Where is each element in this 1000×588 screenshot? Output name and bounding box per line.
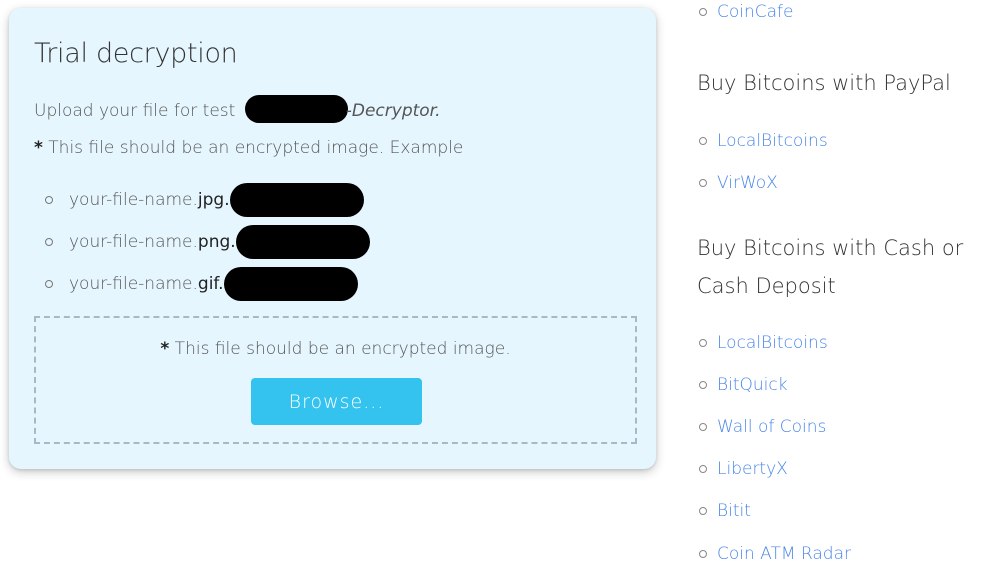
link-wall-of-coins[interactable]: Wall of Coins — [717, 417, 826, 437]
heading-buy-with-cash: Buy Bitcoins with Cash or Cash Deposit — [697, 236, 964, 298]
redaction-block — [223, 267, 358, 301]
example-base: your-file-name. — [69, 232, 198, 252]
sidebar-list-item: Bitit — [697, 499, 751, 523]
sidebar-list-item: Coin ATM Radar — [697, 542, 851, 566]
link-coincafe[interactable]: CoinCafe — [717, 2, 794, 22]
intro-suffix: -Decryptor. — [345, 101, 441, 121]
circle-bullet-icon — [699, 381, 707, 389]
example-item: your-file-name. gif. — [34, 263, 370, 305]
note-asterisk: * — [34, 138, 43, 158]
browse-button[interactable]: Browse... — [251, 378, 422, 425]
link-bitquick[interactable]: BitQuick — [717, 375, 788, 395]
file-dropzone[interactable]: * This file should be an encrypted image… — [34, 316, 637, 444]
sidebar-list-item: Wall of Coins — [697, 415, 826, 439]
page: Trial decryption Upload your file for te… — [0, 0, 1000, 588]
example-ext: png. — [197, 232, 236, 252]
dropzone-asterisk: * — [160, 339, 170, 359]
circle-bullet-icon — [699, 8, 707, 16]
circle-bullet-icon — [45, 238, 53, 246]
example-item: your-file-name. jpg. — [34, 179, 370, 221]
upload-intro: Upload your file for test -Decryptor. — [34, 95, 441, 123]
link-localbitcoins-paypal[interactable]: LocalBitcoins — [717, 131, 828, 151]
sidebar-list-item: LocalBitcoins — [697, 129, 828, 153]
example-base: your-file-name. — [69, 190, 198, 210]
sidebar-list-item: LocalBitcoins — [697, 331, 828, 355]
circle-bullet-icon — [699, 550, 707, 558]
card-title: Trial decryption — [34, 38, 238, 69]
link-libertyx[interactable]: LibertyX — [717, 459, 788, 479]
link-virwox[interactable]: VirWoX — [717, 173, 778, 193]
example-list: your-file-name. jpg. your-file-name. png. … — [34, 179, 370, 305]
file-note: * This file should be an encrypted image… — [34, 138, 463, 158]
example-ext: jpg. — [197, 190, 230, 210]
link-localbitcoins-cash[interactable]: LocalBitcoins — [717, 333, 828, 353]
sidebar-list-item: VirWoX — [697, 171, 778, 195]
note-text: This file should be an encrypted image. … — [42, 138, 464, 158]
circle-bullet-icon — [699, 423, 707, 431]
circle-bullet-icon — [699, 507, 707, 515]
dropzone-note-text: This file should be an encrypted image. — [169, 339, 511, 359]
circle-bullet-icon — [699, 137, 707, 145]
link-bitit[interactable]: Bitit — [717, 501, 751, 521]
link-coin-atm-radar[interactable]: Coin ATM Radar — [717, 544, 851, 564]
example-item: your-file-name. png. — [34, 221, 370, 263]
sidebar-list-item: BitQuick — [697, 373, 788, 397]
dropzone-note: * This file should be an encrypted image… — [36, 339, 635, 359]
example-base: your-file-name. — [69, 274, 198, 294]
circle-bullet-icon — [45, 280, 53, 288]
circle-bullet-icon — [699, 179, 707, 187]
trial-decryption-card: Trial decryption Upload your file for te… — [9, 8, 656, 469]
example-ext: gif. — [197, 274, 224, 294]
redaction-block — [244, 95, 348, 123]
circle-bullet-icon — [699, 339, 707, 347]
circle-bullet-icon — [699, 465, 707, 473]
sidebar-list-item: LibertyX — [697, 457, 788, 481]
sidebar-list-item: CoinCafe — [697, 0, 794, 24]
circle-bullet-icon — [45, 196, 53, 204]
intro-prefix: Upload your file for test — [34, 101, 241, 121]
redaction-block — [235, 225, 370, 259]
redaction-block — [229, 183, 364, 217]
heading-buy-with-paypal: Buy Bitcoins with PayPal — [697, 71, 951, 95]
